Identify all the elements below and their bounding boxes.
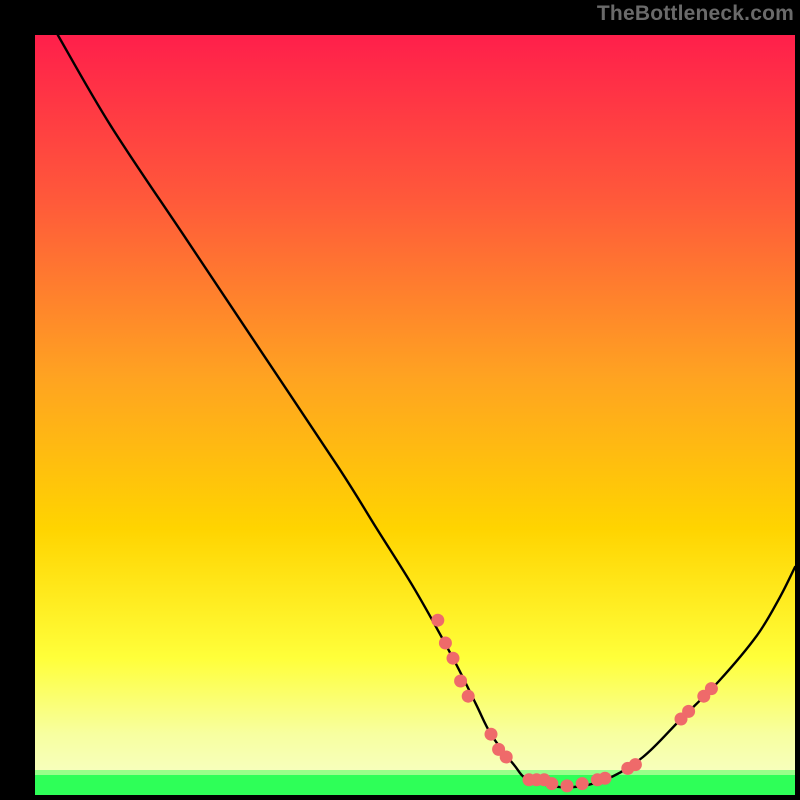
- curve-marker: [485, 728, 498, 741]
- curve-marker: [705, 682, 718, 695]
- green-band-trans: [35, 770, 795, 775]
- curve-marker: [599, 772, 612, 785]
- curve-marker: [561, 779, 574, 792]
- curve-marker: [545, 777, 558, 790]
- curve-marker: [447, 652, 460, 665]
- curve-marker: [682, 705, 695, 718]
- curve-marker: [500, 751, 513, 764]
- green-band: [35, 774, 795, 795]
- curve-marker: [462, 690, 475, 703]
- curve-marker: [439, 637, 452, 650]
- curve-marker: [576, 777, 589, 790]
- curve-marker: [431, 614, 444, 627]
- curve-marker: [454, 675, 467, 688]
- gradient-background: [35, 35, 795, 795]
- curve-marker: [629, 758, 642, 771]
- watermark-text: TheBottleneck.com: [597, 2, 794, 26]
- plot-frame: [15, 15, 785, 785]
- bottleneck-chart: [35, 35, 795, 795]
